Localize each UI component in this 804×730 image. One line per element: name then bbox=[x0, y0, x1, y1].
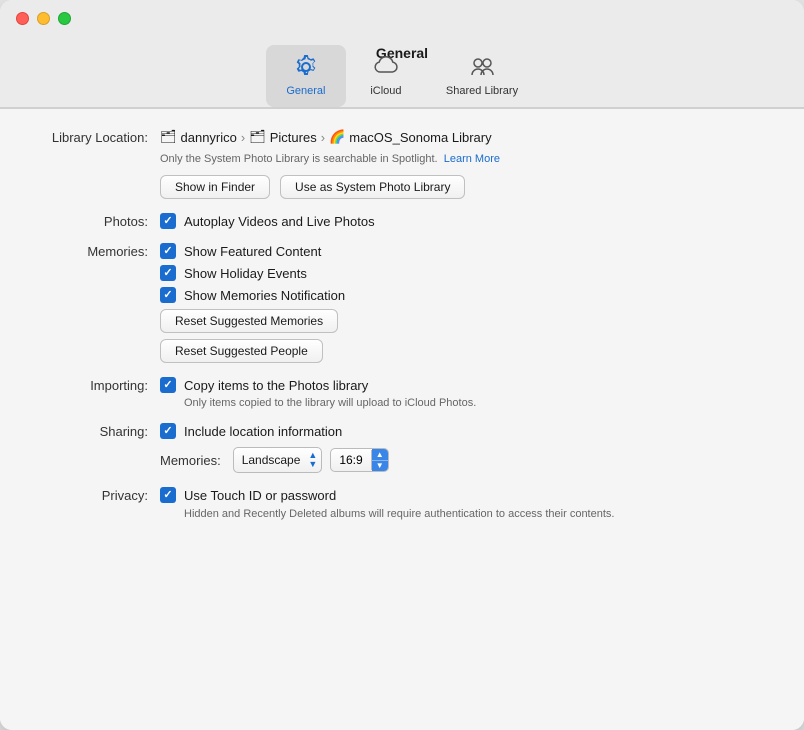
memories-notification-label: Show Memories Notification bbox=[184, 288, 345, 303]
reset-memories-button-wrap: Reset Suggested Memories bbox=[160, 309, 774, 333]
memories-label: Memories: bbox=[30, 243, 160, 259]
location-info-row: Include location information bbox=[160, 423, 774, 439]
maximize-button[interactable] bbox=[58, 12, 71, 25]
privacy-content: Use Touch ID or password Hidden and Rece… bbox=[160, 487, 774, 522]
sharing-row: Sharing: Include location information Me… bbox=[30, 423, 774, 473]
learn-more-link[interactable]: Learn More bbox=[444, 153, 500, 165]
ratio-value: 16:9 bbox=[331, 450, 371, 470]
copy-items-row: Copy items to the Photos library bbox=[160, 377, 774, 393]
sharing-label: Sharing: bbox=[30, 423, 160, 439]
location-info-label: Include location information bbox=[184, 424, 342, 439]
library-icon: 🌈 bbox=[329, 129, 345, 145]
path-sep-2: › bbox=[321, 130, 325, 145]
memories-notification-row: Show Memories Notification bbox=[160, 287, 774, 303]
ratio-up-button[interactable]: ▲ bbox=[372, 449, 388, 461]
touch-id-checkbox[interactable] bbox=[160, 487, 176, 503]
path-library: macOS_Sonoma Library bbox=[349, 130, 491, 145]
privacy-label: Privacy: bbox=[30, 487, 160, 503]
tab-icloud[interactable]: iCloud bbox=[346, 45, 426, 107]
tab-shared-library-label: Shared Library bbox=[446, 85, 518, 97]
reset-people-button-wrap: Reset Suggested People bbox=[160, 339, 774, 363]
minimize-button[interactable] bbox=[37, 12, 50, 25]
tab-general-label: General bbox=[286, 85, 325, 97]
copy-items-label: Copy items to the Photos library bbox=[184, 378, 368, 393]
shared-library-icon bbox=[468, 53, 496, 81]
autoplay-row: Autoplay Videos and Live Photos bbox=[160, 213, 774, 229]
autoplay-checkbox[interactable] bbox=[160, 213, 176, 229]
holiday-events-checkbox[interactable] bbox=[160, 265, 176, 281]
location-info-checkbox[interactable] bbox=[160, 423, 176, 439]
autoplay-label: Autoplay Videos and Live Photos bbox=[184, 214, 375, 229]
featured-content-label: Show Featured Content bbox=[184, 244, 321, 259]
show-in-finder-button[interactable]: Show in Finder bbox=[160, 175, 270, 199]
titlebar: General General iCloud bbox=[0, 0, 804, 108]
library-location-content: 🗂 dannyrico › 🗂 Pictures › 🌈 macOS_Sonom… bbox=[160, 129, 774, 199]
touch-id-row: Use Touch ID or password bbox=[160, 487, 774, 503]
use-as-system-button[interactable]: Use as System Photo Library bbox=[280, 175, 465, 199]
copy-items-checkbox[interactable] bbox=[160, 377, 176, 393]
folder-icon: 🗂 bbox=[160, 129, 177, 145]
sharing-content: Include location information Memories: L… bbox=[160, 423, 774, 473]
importing-content: Copy items to the Photos library Only it… bbox=[160, 377, 774, 409]
privacy-note: Hidden and Recently Deleted albums will … bbox=[184, 507, 664, 522]
landscape-select[interactable]: Landscape ▲▼ bbox=[233, 447, 323, 473]
library-buttons: Show in Finder Use as System Photo Libra… bbox=[160, 175, 774, 199]
landscape-value: Landscape bbox=[242, 453, 301, 467]
tab-icloud-label: iCloud bbox=[370, 85, 401, 97]
privacy-row: Privacy: Use Touch ID or password Hidden… bbox=[30, 487, 774, 522]
import-note: Only items copied to the library will up… bbox=[184, 397, 774, 409]
ratio-stepbox: 16:9 ▲ ▼ bbox=[330, 448, 388, 472]
holiday-events-label: Show Holiday Events bbox=[184, 266, 307, 281]
touch-id-label: Use Touch ID or password bbox=[184, 488, 336, 503]
folder-icon-2: 🗂 bbox=[249, 129, 266, 145]
photos-content: Autoplay Videos and Live Photos bbox=[160, 213, 774, 229]
sharing-memories-label: Memories: bbox=[160, 453, 221, 468]
traffic-lights bbox=[16, 12, 71, 25]
library-path: 🗂 dannyrico › 🗂 Pictures › 🌈 macOS_Sonom… bbox=[160, 129, 774, 145]
library-note: Only the System Photo Library is searcha… bbox=[160, 153, 774, 165]
featured-content-row: Show Featured Content bbox=[160, 243, 774, 259]
ratio-down-button[interactable]: ▼ bbox=[372, 461, 388, 472]
landscape-arrows: ▲▼ bbox=[308, 451, 317, 469]
ratio-stepper[interactable]: ▲ ▼ bbox=[372, 449, 388, 471]
importing-row: Importing: Copy items to the Photos libr… bbox=[30, 377, 774, 409]
memories-notification-checkbox[interactable] bbox=[160, 287, 176, 303]
featured-content-checkbox[interactable] bbox=[160, 243, 176, 259]
tab-shared-library[interactable]: Shared Library bbox=[426, 45, 538, 107]
photos-label: Photos: bbox=[30, 213, 160, 229]
reset-people-button[interactable]: Reset Suggested People bbox=[160, 339, 323, 363]
library-note-text: Only the System Photo Library is searcha… bbox=[160, 153, 438, 165]
toolbar: General iCloud Shared Library bbox=[266, 35, 538, 107]
icloud-icon bbox=[372, 53, 400, 81]
reset-memories-button[interactable]: Reset Suggested Memories bbox=[160, 309, 338, 333]
close-button[interactable] bbox=[16, 12, 29, 25]
photos-row: Photos: Autoplay Videos and Live Photos bbox=[30, 213, 774, 229]
importing-label: Importing: bbox=[30, 377, 160, 393]
tab-general[interactable]: General bbox=[266, 45, 346, 107]
path-dannyrico: dannyrico bbox=[181, 130, 237, 145]
path-pictures: Pictures bbox=[270, 130, 317, 145]
holiday-events-row: Show Holiday Events bbox=[160, 265, 774, 281]
sharing-memories-row: Memories: Landscape ▲▼ 16:9 ▲ ▼ bbox=[160, 447, 774, 473]
library-location-label: Library Location: bbox=[30, 129, 160, 145]
memories-row: Memories: Show Featured Content Show Hol… bbox=[30, 243, 774, 363]
main-window: General General iCloud bbox=[0, 0, 804, 730]
gear-icon bbox=[292, 53, 320, 81]
path-sep-1: › bbox=[241, 130, 245, 145]
main-content: Library Location: 🗂 dannyrico › 🗂 Pictur… bbox=[0, 109, 804, 730]
memories-content: Show Featured Content Show Holiday Event… bbox=[160, 243, 774, 363]
library-location-row: Library Location: 🗂 dannyrico › 🗂 Pictur… bbox=[30, 129, 774, 199]
